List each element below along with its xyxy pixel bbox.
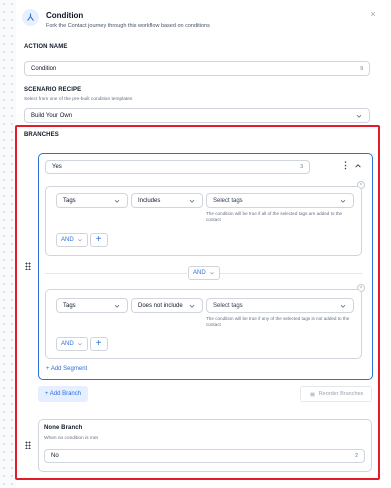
action-name-label: ACTION NAME <box>24 44 68 50</box>
chevron-down-icon <box>340 199 346 203</box>
segment-2-and-label: AND <box>61 341 74 347</box>
add-branch-button[interactable]: + Add Branch <box>38 386 88 402</box>
segment-join-label: AND <box>193 270 206 276</box>
segment-join-dropdown[interactable]: AND <box>188 266 220 280</box>
branch-name-count: 3 <box>300 164 303 170</box>
segment-1-and-dropdown[interactable]: AND <box>56 233 88 247</box>
canvas-background <box>0 0 16 488</box>
scenario-recipe-select[interactable]: Build Your Own <box>24 108 370 123</box>
segment-2-value-placeholder: Select tags <box>213 302 243 309</box>
segment-2-note: The condition will be true if any of the… <box>206 316 350 327</box>
panel-header: Condition Fork the Contact journey throu… <box>22 6 382 36</box>
segment-2-operator-value: Does not include <box>138 302 183 309</box>
segment-join-controls: AND <box>188 266 220 280</box>
segment-2-and-controls: AND + <box>56 337 108 351</box>
none-branch-value: No <box>51 453 59 459</box>
segment-1-note: The condition will be true if all of the… <box>206 211 343 222</box>
condition-icon <box>22 9 39 26</box>
none-branch-card <box>38 419 372 472</box>
action-name-value: Condition <box>31 65 57 72</box>
segment-2-field-select[interactable]: Tags <box>56 298 128 313</box>
none-branch-title: None Branch <box>44 425 83 431</box>
chevron-down-icon <box>114 199 120 203</box>
action-name-count: 9 <box>360 65 363 72</box>
reorder-branches-label: Reorder Branches <box>318 391 364 397</box>
segment-1-value-placeholder: Select tags <box>213 197 243 204</box>
chevron-down-icon <box>77 343 82 346</box>
panel-subtitle: Fork the Contact journey through this wo… <box>46 23 210 29</box>
segment-1-operator-value: Includes <box>138 197 161 204</box>
collapse-icon[interactable] <box>354 162 362 172</box>
segment-2-value-select[interactable]: Select tags <box>206 298 354 313</box>
chevron-down-icon <box>189 199 195 203</box>
segment-1-value-select[interactable]: Select tags <box>206 193 354 208</box>
segment-2-operator-select[interactable]: Does not include <box>131 298 203 313</box>
drag-handle-icon[interactable] <box>25 262 31 270</box>
none-branch-helper: When no condition is met <box>44 436 98 441</box>
segment-2-field-value: Tags <box>63 302 76 309</box>
segment-1-operator-select[interactable]: Includes <box>131 193 203 208</box>
chevron-down-icon <box>209 272 214 275</box>
chevron-down-icon <box>356 114 362 118</box>
scenario-recipe-value: Build Your Own <box>31 112 73 119</box>
none-branch-count: 2 <box>355 453 358 459</box>
drag-handle-icon[interactable] <box>25 441 31 449</box>
branch-name-input[interactable]: Yes 3 <box>45 160 310 174</box>
chevron-down-icon <box>189 304 195 308</box>
segment-2-and-dropdown[interactable]: AND <box>56 337 88 351</box>
divider <box>220 273 362 274</box>
branches-label: BRANCHES <box>24 132 59 138</box>
action-name-input[interactable]: Condition 9 <box>24 61 370 76</box>
none-branch-input[interactable]: No 2 <box>44 449 365 463</box>
close-icon[interactable]: × <box>368 9 378 19</box>
scenario-recipe-helper: Select from one of the pre-built conditi… <box>24 97 133 102</box>
divider <box>45 273 187 274</box>
chevron-down-icon <box>77 239 82 242</box>
chevron-down-icon <box>114 304 120 308</box>
segment-1-field-select[interactable]: Tags <box>56 193 128 208</box>
branch-name-value: Yes <box>52 164 62 170</box>
reorder-icon <box>310 392 315 396</box>
add-segment-button[interactable]: + Add Segment <box>46 366 87 372</box>
scenario-recipe-label: SCENARIO RECIPE <box>24 87 82 93</box>
add-condition-button[interactable]: + <box>89 233 108 247</box>
add-condition-button[interactable]: + <box>89 337 108 351</box>
panel-title: Condition <box>46 11 84 20</box>
segment-1-and-label: AND <box>61 237 74 243</box>
more-options-icon[interactable]: ⋮ <box>341 160 350 171</box>
chevron-down-icon <box>340 304 346 308</box>
segment-1-field-value: Tags <box>63 197 76 204</box>
segment-1-and-controls: AND + <box>56 233 108 247</box>
reorder-branches-button[interactable]: Reorder Branches <box>300 386 372 402</box>
